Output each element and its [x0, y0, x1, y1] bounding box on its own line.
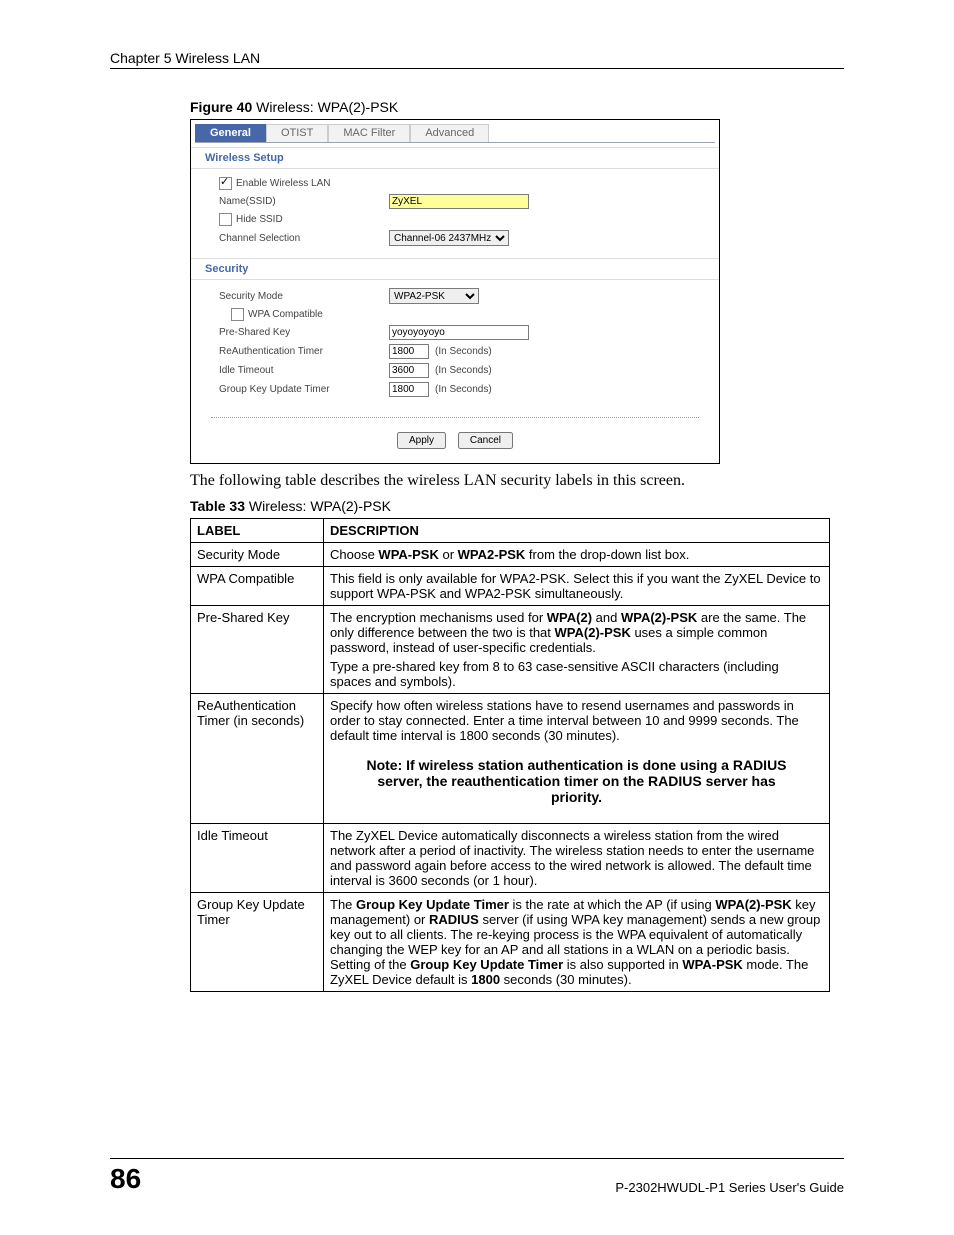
- idle-input[interactable]: [389, 363, 429, 378]
- cell-label: Idle Timeout: [191, 824, 324, 893]
- table-caption: Table 33 Wireless: WPA(2)-PSK: [190, 498, 844, 514]
- figure-number: Figure 40: [190, 99, 252, 115]
- wpa-compat-label: WPA Compatible: [248, 309, 323, 320]
- psk-input[interactable]: [389, 325, 529, 340]
- idle-label: Idle Timeout: [191, 365, 389, 376]
- tab-otist[interactable]: OTIST: [266, 124, 328, 142]
- tab-general[interactable]: General: [195, 124, 266, 142]
- guide-name: P-2302HWUDL-P1 Series User's Guide: [615, 1180, 844, 1195]
- table-row: Pre-Shared Key The encryption mechanisms…: [191, 606, 830, 694]
- description-table: LABEL DESCRIPTION Security Mode Choose W…: [190, 518, 830, 992]
- tab-mac-filter[interactable]: MAC Filter: [328, 124, 410, 142]
- tab-bar: General OTIST MAC Filter Advanced: [195, 124, 715, 143]
- ssid-label: Name(SSID): [191, 196, 389, 207]
- cell-desc: This field is only available for WPA2-PS…: [324, 567, 830, 606]
- group-key-input[interactable]: [389, 382, 429, 397]
- wireless-setup-header: Wireless Setup: [191, 147, 719, 169]
- cell-desc: Specify how often wireless stations have…: [324, 694, 830, 824]
- hide-ssid-checkbox[interactable]: [219, 213, 232, 226]
- th-description: DESCRIPTION: [324, 519, 830, 543]
- table-row: Idle Timeout The ZyXEL Device automatica…: [191, 824, 830, 893]
- tab-advanced[interactable]: Advanced: [410, 124, 489, 142]
- security-mode-select[interactable]: WPA2-PSK: [389, 288, 479, 304]
- cell-desc: The Group Key Update Timer is the rate a…: [324, 893, 830, 992]
- wireless-config-figure: General OTIST MAC Filter Advanced Wirele…: [190, 119, 720, 464]
- cell-label: Security Mode: [191, 543, 324, 567]
- intro-text: The following table describes the wirele…: [190, 472, 844, 490]
- channel-select[interactable]: Channel-06 2437MHz: [389, 230, 509, 246]
- enable-wlan-checkbox[interactable]: [219, 177, 232, 190]
- ssid-input[interactable]: [389, 194, 529, 209]
- chapter-header: Chapter 5 Wireless LAN: [110, 50, 844, 69]
- table-title: Wireless: WPA(2)-PSK: [245, 498, 391, 514]
- table-row: ReAuthentication Timer (in seconds) Spec…: [191, 694, 830, 824]
- note-text: Note: If wireless station authentication…: [350, 757, 803, 805]
- cell-desc: The ZyXEL Device automatically disconnec…: [324, 824, 830, 893]
- figure-caption: Figure 40 Wireless: WPA(2)-PSK: [190, 99, 844, 115]
- security-mode-label: Security Mode: [191, 291, 389, 302]
- channel-label: Channel Selection: [191, 233, 389, 244]
- cell-label: ReAuthentication Timer (in seconds): [191, 694, 324, 824]
- cell-label: WPA Compatible: [191, 567, 324, 606]
- table-row: Group Key Update Timer The Group Key Upd…: [191, 893, 830, 992]
- cell-label: Pre-Shared Key: [191, 606, 324, 694]
- psk-label: Pre-Shared Key: [191, 327, 389, 338]
- group-key-label: Group Key Update Timer: [191, 384, 389, 395]
- table-number: Table 33: [190, 498, 245, 514]
- table-row: WPA Compatible This field is only availa…: [191, 567, 830, 606]
- figure-title: Wireless: WPA(2)-PSK: [252, 99, 398, 115]
- enable-wlan-label: Enable Wireless LAN: [236, 178, 330, 189]
- group-key-unit: (In Seconds): [435, 384, 492, 395]
- page-footer: 86 P-2302HWUDL-P1 Series User's Guide: [110, 1158, 844, 1195]
- page-number: 86: [110, 1163, 141, 1195]
- cell-desc: Choose WPA-PSK or WPA2-PSK from the drop…: [324, 543, 830, 567]
- cell-desc: The encryption mechanisms used for WPA(2…: [324, 606, 830, 694]
- hide-ssid-label: Hide SSID: [236, 214, 283, 225]
- reauth-label: ReAuthentication Timer: [191, 346, 389, 357]
- wpa-compat-checkbox[interactable]: [231, 308, 244, 321]
- reauth-input[interactable]: [389, 344, 429, 359]
- reauth-unit: (In Seconds): [435, 346, 492, 357]
- table-row: Security Mode Choose WPA-PSK or WPA2-PSK…: [191, 543, 830, 567]
- cancel-button[interactable]: Cancel: [458, 432, 513, 449]
- th-label: LABEL: [191, 519, 324, 543]
- cell-label: Group Key Update Timer: [191, 893, 324, 992]
- apply-button[interactable]: Apply: [397, 432, 446, 449]
- security-header: Security: [191, 258, 719, 280]
- idle-unit: (In Seconds): [435, 365, 492, 376]
